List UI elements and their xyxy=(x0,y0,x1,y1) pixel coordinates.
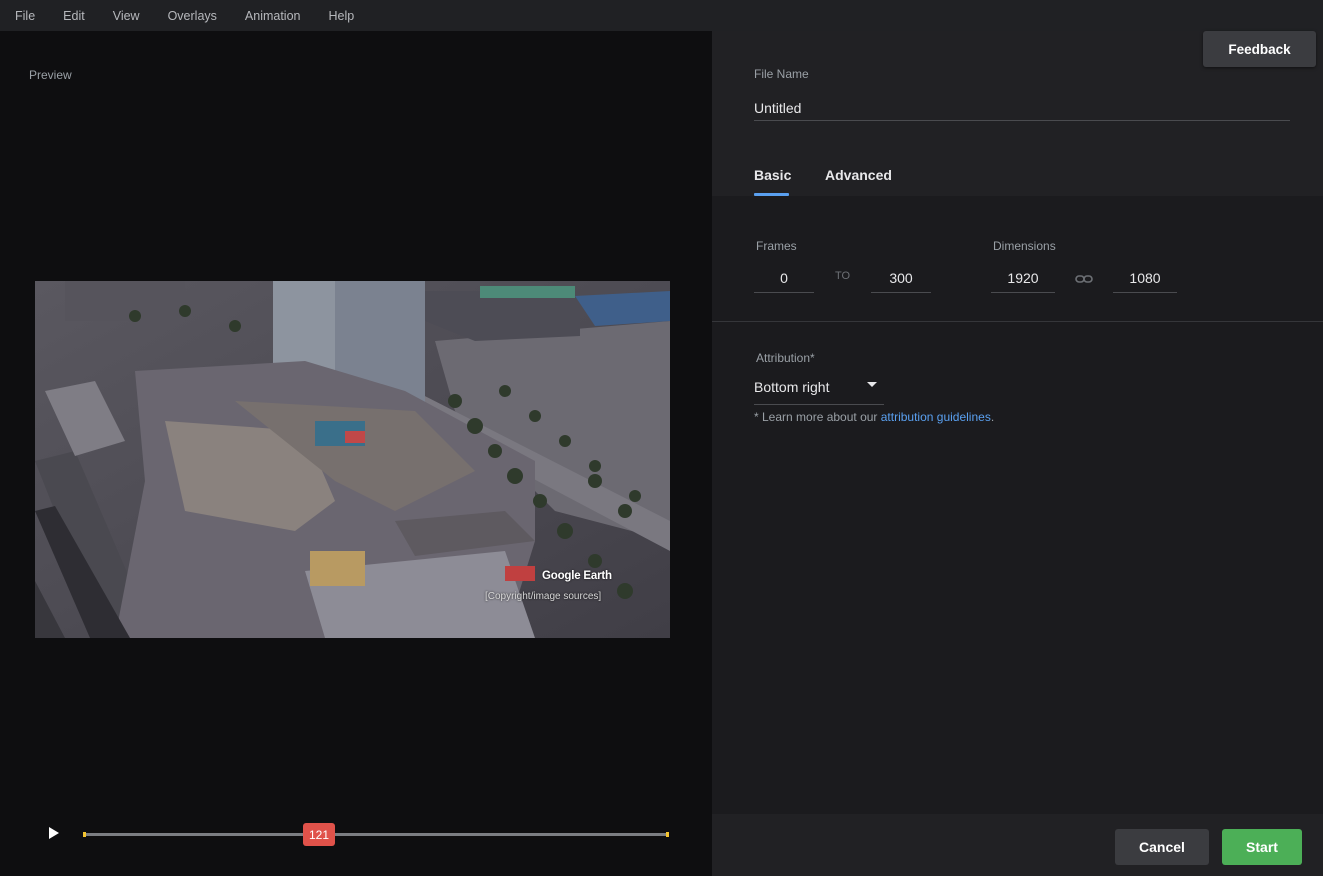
menu-file[interactable]: File xyxy=(15,9,35,23)
attribution-value: Bottom right xyxy=(754,379,830,395)
tab-basic[interactable]: Basic xyxy=(754,167,791,183)
attribution-note: * Learn more about our attribution guide… xyxy=(754,410,994,424)
attribution-label: Attribution* xyxy=(756,351,815,365)
file-name-label: File Name xyxy=(754,67,809,81)
menu-animation[interactable]: Animation xyxy=(245,9,301,23)
active-tab-indicator xyxy=(754,193,789,196)
attribution-note-prefix: * Learn more about our xyxy=(754,410,881,424)
play-icon[interactable] xyxy=(46,826,62,840)
menu-bar: File Edit View Overlays Animation Help xyxy=(0,0,1323,31)
timeline-track[interactable] xyxy=(83,832,669,837)
map-preview: Google Earth [Copyright/image sources] xyxy=(35,281,670,638)
menu-overlays[interactable]: Overlays xyxy=(168,9,217,23)
timeline-start-marker[interactable] xyxy=(83,832,86,837)
link-icon[interactable] xyxy=(1075,271,1093,289)
preview-label: Preview xyxy=(29,68,72,82)
google-earth-logo: Google Earth xyxy=(542,570,612,582)
feedback-button[interactable]: Feedback xyxy=(1203,31,1316,67)
chevron-down-icon xyxy=(867,382,877,387)
menu-view[interactable]: View xyxy=(113,9,140,23)
file-name-input[interactable] xyxy=(754,95,1290,121)
preview-pane: Preview Google Earth [Copyright/image so… xyxy=(0,31,712,876)
action-bar: Cancel Start xyxy=(712,814,1323,876)
dimensions-label: Dimensions xyxy=(993,239,1056,253)
section-divider xyxy=(712,321,1323,322)
aerial-city-image xyxy=(35,281,670,638)
frames-label: Frames xyxy=(756,239,797,253)
start-button[interactable]: Start xyxy=(1222,829,1302,865)
cancel-button[interactable]: Cancel xyxy=(1115,829,1209,865)
tab-advanced[interactable]: Advanced xyxy=(825,167,892,183)
menu-edit[interactable]: Edit xyxy=(63,9,85,23)
frames-to-label: TO xyxy=(835,270,851,282)
attribution-note-suffix: . xyxy=(990,410,995,424)
height-input[interactable] xyxy=(1113,264,1177,293)
attribution-select[interactable]: Bottom right xyxy=(754,371,884,405)
menu-help[interactable]: Help xyxy=(329,9,355,23)
settings-panel: Feedback File Name Basic Advanced Frames… xyxy=(712,31,1323,876)
map-copyright: [Copyright/image sources] xyxy=(485,591,602,602)
current-frame-handle[interactable]: 121 xyxy=(303,823,335,846)
frame-end-input[interactable] xyxy=(871,264,931,293)
width-input[interactable] xyxy=(991,264,1055,293)
timeline-end-marker[interactable] xyxy=(666,832,669,837)
attribution-guidelines-link[interactable]: attribution guidelines xyxy=(881,410,991,424)
frame-start-input[interactable] xyxy=(754,264,814,293)
